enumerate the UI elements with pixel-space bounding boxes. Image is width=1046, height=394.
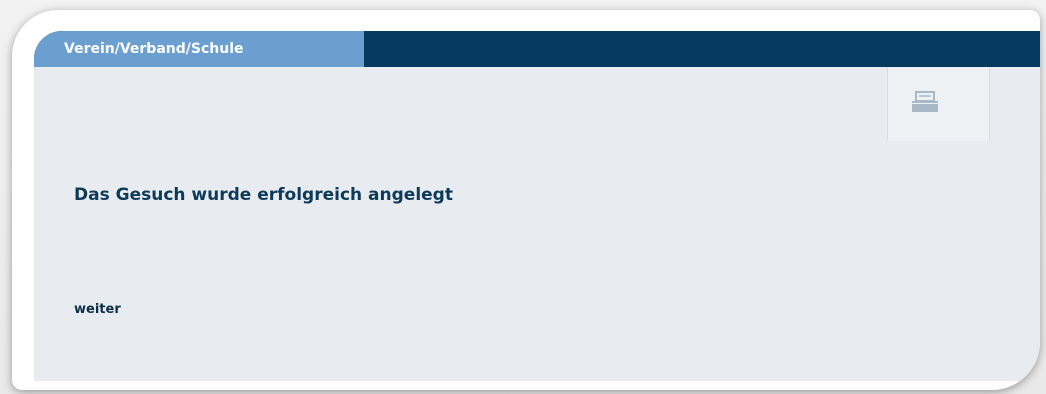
screenshot-frame: Verein/Verband/Schule Das Gesuch wurde e… [0, 0, 1046, 394]
content-card: Verein/Verband/Schule Das Gesuch wurde e… [12, 10, 1040, 390]
continue-link[interactable]: weiter [74, 302, 121, 317]
main-panel: Verein/Verband/Schule Das Gesuch wurde e… [34, 31, 1040, 381]
success-message: Das Gesuch wurde erfolgreich angelegt [74, 185, 453, 205]
tab-verein-verband-schule[interactable]: Verein/Verband/Schule [34, 31, 364, 67]
printer-icon[interactable] [908, 91, 946, 115]
print-toolbar [887, 67, 990, 141]
tab-bar: Verein/Verband/Schule [34, 31, 1040, 67]
